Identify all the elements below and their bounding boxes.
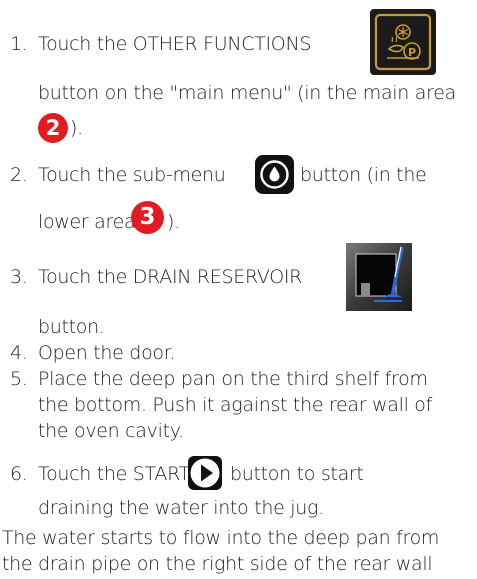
step-number: 4. bbox=[10, 342, 28, 364]
step-2-line-2: lower area bbox=[38, 211, 136, 233]
step-text: button on the "main menu" (in the main a… bbox=[38, 82, 456, 104]
step-6-line-2: draining the water into the jug. bbox=[38, 497, 324, 519]
step-2-suffix: ). bbox=[167, 211, 180, 233]
step-text: the bottom. Push it against the rear wal… bbox=[38, 394, 433, 416]
step-text: Touch the DRAIN RESERVOIR bbox=[38, 266, 303, 288]
step-text: button (in the bbox=[300, 164, 427, 186]
step-5-line-3: the oven cavity. bbox=[38, 420, 184, 442]
step-text: draining the water into the jug. bbox=[38, 497, 324, 519]
drain-reservoir-icon bbox=[346, 243, 412, 311]
area-2-badge: 2 bbox=[38, 113, 68, 143]
step-text: Open the door. bbox=[38, 342, 176, 364]
step-1-suffix: ). bbox=[70, 117, 83, 139]
step-text: Place the deep pan on the third shelf fr… bbox=[38, 368, 428, 390]
step-1-line-2: button on the "main menu" (in the main a… bbox=[38, 82, 456, 104]
water-drop-icon bbox=[255, 155, 294, 194]
step-text: Touch the sub-menu bbox=[38, 164, 226, 186]
footer-line-1: The water starts to flow into the deep p… bbox=[2, 527, 440, 549]
step-2-line-1: 2. Touch the sub-menu bbox=[10, 164, 226, 186]
step-text: Touch the OTHER FUNCTIONS bbox=[38, 33, 312, 55]
step-6-line-1: 6. Touch the START bbox=[10, 463, 190, 485]
step-text: Touch the START bbox=[38, 463, 190, 485]
start-play-icon bbox=[188, 456, 222, 490]
instructions-page: 1. Touch the OTHER FUNCTIONS P button on … bbox=[0, 0, 477, 579]
step-text: button. bbox=[38, 316, 105, 338]
step-text: lower area bbox=[38, 211, 136, 233]
other-functions-icon: P bbox=[370, 9, 436, 75]
step-6-line-1b: button to start bbox=[230, 463, 364, 485]
step-number: 3. bbox=[10, 266, 28, 288]
area-3-badge: 3 bbox=[131, 201, 164, 234]
step-5-line-2: the bottom. Push it against the rear wal… bbox=[38, 394, 432, 416]
step-5-line-1: 5. Place the deep pan on the third shelf … bbox=[10, 368, 428, 390]
step-text: button to start bbox=[230, 463, 364, 485]
step-number: 1. bbox=[10, 33, 28, 55]
step-1-line-1: 1. Touch the OTHER FUNCTIONS bbox=[10, 33, 311, 55]
svg-text:P: P bbox=[408, 46, 416, 59]
step-3-line-2: button. bbox=[38, 316, 105, 338]
step-3-line-1: 3. Touch the DRAIN RESERVOIR bbox=[10, 266, 302, 288]
footer-line-2: the drain pipe on the right side of the … bbox=[2, 553, 433, 575]
step-text: the oven cavity. bbox=[38, 420, 184, 442]
step-2-line-1b: button (in the bbox=[300, 164, 427, 186]
step-number: 2. bbox=[10, 164, 28, 186]
step-number: 5. bbox=[10, 368, 28, 390]
step-number: 6. bbox=[10, 463, 28, 485]
step-4: 4. Open the door. bbox=[10, 342, 176, 364]
